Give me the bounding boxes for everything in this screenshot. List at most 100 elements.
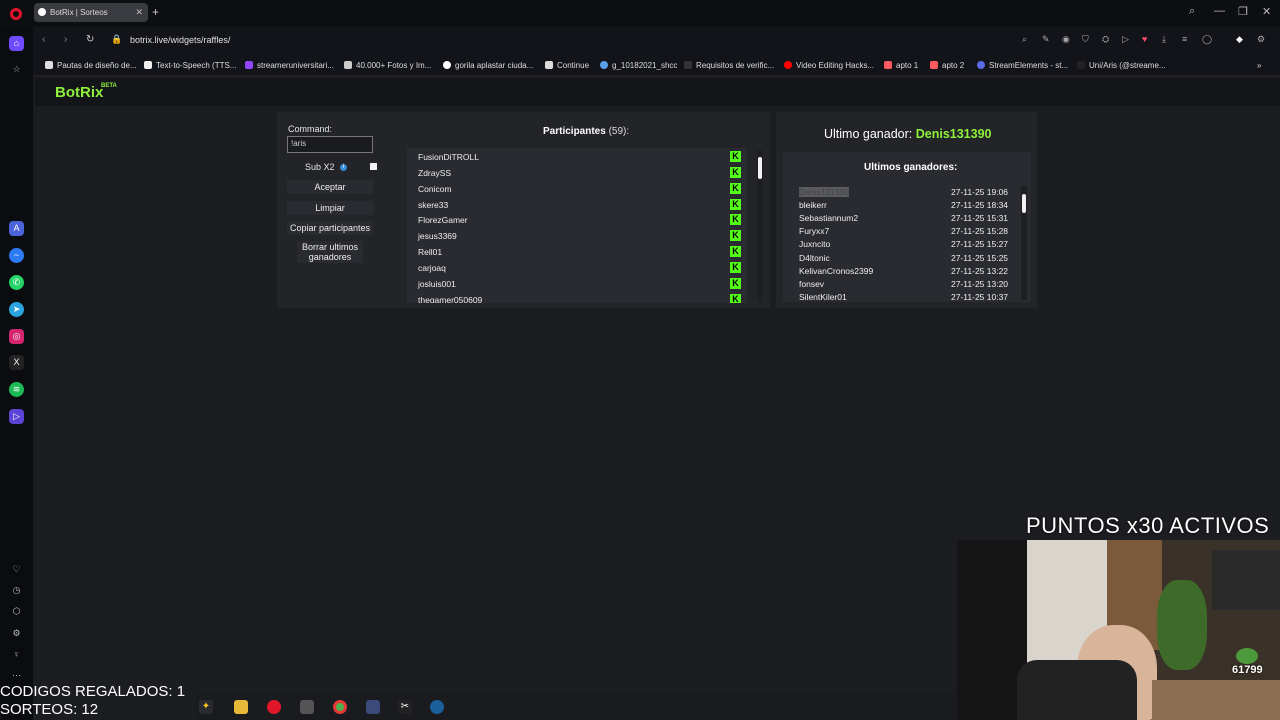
whatsapp-icon[interactable]: ✆ <box>9 275 24 290</box>
winner-row-name: fonsev <box>799 279 825 289</box>
bookmark-item[interactable]: StreamElements - st... <box>977 61 1068 70</box>
kick-icon: K <box>730 278 741 289</box>
points-badge: 61799 <box>1232 664 1263 676</box>
participants-scroll-thumb[interactable] <box>758 157 762 179</box>
heart-icon[interactable]: ♡ <box>9 562 24 577</box>
browser-sidebar: ⌂ ☆ A ~ ✆ ➤ ◎ X ≋ ▷ ♡ ◷ ⬡ ⚙ ♀ ⋯ <box>0 27 33 720</box>
twitch-icon <box>245 61 253 69</box>
wallet-icon[interactable]: ◆ <box>1236 34 1246 44</box>
shield-icon[interactable]: ⛉ <box>1082 34 1092 44</box>
close-window-icon[interactable]: ✕ <box>1262 5 1271 18</box>
lock-icon[interactable]: 🔒 <box>111 34 122 45</box>
kick-icon: K <box>730 262 741 273</box>
participant-item: Conicom <box>418 184 452 194</box>
bookmark-item[interactable]: apto 1 <box>884 61 918 70</box>
participant-item: Rell01 <box>418 247 443 257</box>
reload-icon[interactable]: ↻ <box>86 34 94 45</box>
telegram-icon[interactable]: ➤ <box>9 302 24 317</box>
search-tabs-icon[interactable]: ⌕ <box>1189 5 1195 18</box>
favorite-heart-icon[interactable]: ♥ <box>1142 34 1152 44</box>
bookmark-item[interactable]: apto 2 <box>930 61 964 70</box>
settings-icon[interactable]: ⚙ <box>9 626 24 641</box>
sorteos-count: SORTEOS: 12 <box>0 701 99 718</box>
participants-list[interactable] <box>407 148 747 303</box>
home-icon[interactable]: ⌂ <box>9 36 24 51</box>
star-icon[interactable]: ☆ <box>9 62 24 77</box>
participants-heading: Participantes (59): <box>543 126 629 137</box>
google-icon <box>443 61 451 69</box>
ai-icon[interactable]: ⚙ <box>1257 34 1267 44</box>
menu-icon[interactable]: ≡ <box>1182 34 1192 44</box>
participant-item: FlorezGamer <box>418 215 468 225</box>
back-icon[interactable]: ‹ <box>42 34 45 45</box>
maximize-icon[interactable]: ❐ <box>1238 5 1248 18</box>
tips-icon[interactable]: ♀ <box>9 647 24 662</box>
vpn-icon[interactable]: ⛭ <box>1102 34 1112 44</box>
messenger-icon[interactable]: ~ <box>9 248 24 263</box>
copiar-participantes-button[interactable]: Copiar participantes <box>287 221 373 235</box>
kick-icon: K <box>730 230 741 241</box>
tab-title: BotRix | Sorteos <box>50 8 108 17</box>
new-tab-icon[interactable]: + <box>152 5 159 19</box>
play-icon[interactable]: ▷ <box>1122 34 1132 44</box>
participant-item: jesus3369 <box>418 231 457 241</box>
edit-icon[interactable]: ✎ <box>1042 34 1052 44</box>
chrome-icon[interactable] <box>333 700 347 714</box>
winner-row-name: KelivanCronos2399 <box>799 266 874 276</box>
profile-icon[interactable]: ◯ <box>1202 34 1212 44</box>
url-field[interactable]: botrix.live/widgets/raffles/ <box>130 35 230 45</box>
winner-row-date: 27-11-25 18:34 <box>951 200 1009 210</box>
x-icon <box>684 61 692 69</box>
winner-row-date: 27-11-25 15:27 <box>951 239 1009 249</box>
player-icon[interactable]: ▷ <box>9 409 24 424</box>
bookmark-item[interactable]: g_10182021_shcc <box>600 61 677 70</box>
x-twitter-icon[interactable]: X <box>9 355 24 370</box>
camera-icon[interactable]: ◉ <box>1062 34 1072 44</box>
participant-item: carjoaq <box>418 263 446 273</box>
tab-botrix[interactable]: BotRix | Sorteos ✕ <box>34 3 148 22</box>
borrar-ganadores-button[interactable]: Borrar ultimos ganadores <box>297 241 363 263</box>
window-app-icon[interactable] <box>366 700 380 714</box>
opera-logo-icon[interactable] <box>10 8 22 20</box>
app-icon[interactable] <box>300 700 314 714</box>
more-icon[interactable]: ⋯ <box>9 668 24 683</box>
copilot-icon[interactable]: ✦ <box>199 700 213 714</box>
bookmark-item[interactable]: Continue <box>545 61 589 70</box>
aceptar-button[interactable]: Aceptar <box>287 180 373 194</box>
steam-icon[interactable] <box>430 700 444 714</box>
bookmark-item[interactable]: Pautas de diseño de... <box>45 61 137 70</box>
extensions-icon[interactable]: ⬡ <box>9 604 24 619</box>
sub-x2-checkbox[interactable] <box>370 163 377 170</box>
winner-row-name: Denis131390 <box>799 187 850 197</box>
spotify-icon[interactable]: ≋ <box>9 382 24 397</box>
more-bookmarks-icon[interactable]: » <box>1257 61 1261 70</box>
tab-bar: BotRix | Sorteos ✕ + ⌕ — ❐ ✕ <box>0 0 1280 27</box>
instagram-icon[interactable]: ◎ <box>9 329 24 344</box>
info-icon[interactable]: i <box>340 164 347 171</box>
search-page-icon[interactable]: ⌕ <box>1022 34 1032 44</box>
bookmark-item[interactable]: Video Editing Hacks... <box>784 61 874 70</box>
opera-taskbar-icon[interactable] <box>267 700 281 714</box>
bookmark-item[interactable]: Text-to-Speech (TTS... <box>144 61 236 70</box>
kick-icon: K <box>730 294 741 304</box>
forward-icon[interactable]: › <box>64 34 67 45</box>
winner-row-name: D4ltonic <box>799 253 830 263</box>
aria-icon[interactable]: A <box>9 221 24 236</box>
bookmark-item[interactable]: Requisitos de verific... <box>684 61 774 70</box>
limpiar-button[interactable]: Limpiar <box>287 201 373 215</box>
bookmark-item[interactable]: gorila aplastar ciuda... <box>443 61 533 70</box>
command-input[interactable]: !aris <box>287 136 373 153</box>
history-icon[interactable]: ◷ <box>9 583 24 598</box>
download-icon[interactable]: ⤓ <box>1162 34 1172 44</box>
winners-scroll-thumb[interactable] <box>1022 194 1026 213</box>
close-tab-icon[interactable]: ✕ <box>135 7 143 18</box>
bookmark-item[interactable]: Uni/Aris (@streame... <box>1077 61 1166 70</box>
minimize-icon[interactable]: — <box>1214 5 1225 17</box>
file-explorer-icon[interactable] <box>234 700 248 714</box>
bookmark-item[interactable]: 40.000+ Fotos y Im... <box>344 61 431 70</box>
capcut-icon[interactable]: ✂ <box>398 700 412 714</box>
puntos-overlay: PUNTOS x30 ACTIVOS <box>1026 513 1270 538</box>
bookmark-item[interactable]: streameruniversitari... <box>245 61 334 70</box>
chair <box>1017 660 1137 720</box>
botrix-logo[interactable]: BotRix <box>55 84 103 101</box>
